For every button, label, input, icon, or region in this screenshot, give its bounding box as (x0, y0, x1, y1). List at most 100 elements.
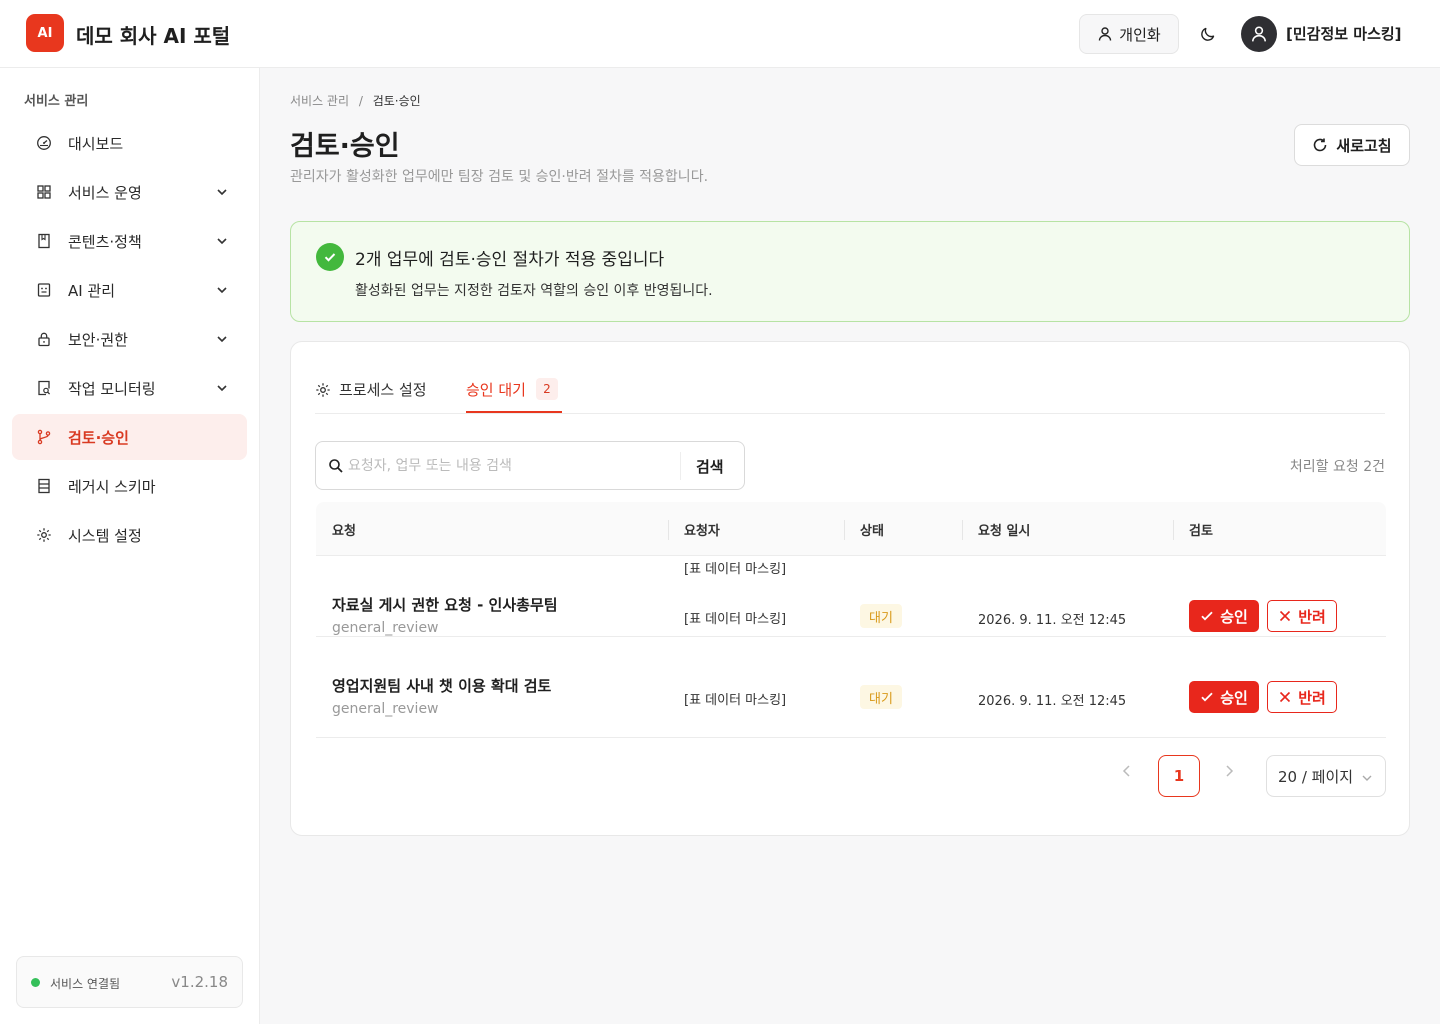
column-separator (962, 520, 963, 540)
app-header: AI 데모 회사 AI 포털 개인화 [민감정보 마스킹] (0, 0, 1440, 68)
robot-icon (36, 282, 52, 298)
tab-process-settings[interactable]: 프로세스 설정 (315, 379, 427, 400)
search-divider (680, 452, 681, 480)
sidebar-item-job-monitoring[interactable]: 작업 모니터링 (12, 365, 247, 411)
requester-extra: [표 데이터 마스킹] (684, 562, 787, 577)
chevron-down-icon[interactable] (215, 234, 229, 248)
request-date: 2026. 9. 11. 오전 12:45 (978, 613, 1127, 628)
user-outline-icon (1097, 26, 1113, 42)
column-header-date: 요청 일시 (978, 524, 1031, 539)
sidebar-item-label: 보안·권한 (68, 330, 128, 349)
search-box: 검색 (315, 441, 745, 490)
pending-count-badge: 2 (535, 378, 558, 400)
sidebar-item-dashboard[interactable]: 대시보드 (12, 120, 247, 166)
reject-button[interactable]: 반려 (1267, 600, 1337, 632)
status-badge: 대기 (860, 685, 902, 709)
requester-name: [표 데이터 마스킹] (684, 612, 787, 627)
approve-label: 승인 (1220, 688, 1248, 707)
sidebar-item-label: 검토·승인 (68, 428, 129, 447)
alert-description: 활성화된 업무는 지정한 검토자 역할의 승인 이후 반영됩니다. (355, 283, 713, 299)
sidebar-item-security[interactable]: 보안·권한 (12, 316, 247, 362)
lock-icon (36, 331, 52, 347)
request-title[interactable]: 영업지원팀 사내 챗 이용 확대 검토 (332, 675, 551, 696)
approve-button[interactable]: 승인 (1189, 600, 1259, 632)
status-dot-icon (31, 978, 40, 987)
column-header-request: 요청 (332, 524, 356, 539)
table-header: 요청 요청자 상태 요청 일시 검토 (316, 502, 1386, 556)
chevron-down-icon[interactable] (215, 381, 229, 395)
refresh-button[interactable]: 새로고침 (1294, 124, 1410, 166)
tab-pending-approval[interactable]: 승인 대기 2 (466, 378, 558, 400)
sidebar-item-content-policy[interactable]: 콘텐츠·정책 (12, 218, 247, 264)
search-icon (328, 458, 344, 474)
success-alert: 2개 업무에 검토·승인 절차가 적용 중입니다 활성화된 업무는 지정한 검토… (290, 221, 1410, 322)
refresh-label: 새로고침 (1336, 136, 1392, 155)
avatar[interactable] (1241, 16, 1277, 52)
page-button-current[interactable]: 1 (1158, 755, 1200, 797)
sidebar-section-label: 서비스 관리 (24, 94, 89, 109)
page-size-value: 20 / 페이지 (1278, 767, 1354, 786)
chevron-down-icon[interactable] (215, 185, 229, 199)
tab-divider (315, 413, 1385, 414)
user-name[interactable]: [민감정보 마스킹] (1286, 23, 1402, 44)
reject-button[interactable]: 반려 (1267, 681, 1337, 713)
search-button[interactable]: 검색 (696, 456, 724, 477)
app-title[interactable]: 데모 회사 AI 포털 (76, 20, 230, 49)
sidebar-item-review-approval[interactable]: 검토·승인 (12, 414, 247, 460)
column-header-review: 검토 (1189, 524, 1213, 539)
sidebar-item-label: 작업 모니터링 (68, 379, 156, 398)
personalize-label: 개인화 (1119, 25, 1161, 44)
sidebar-item-label: 대시보드 (68, 134, 124, 153)
page-size-select[interactable]: 20 / 페이지 (1266, 755, 1386, 797)
gear-icon (36, 527, 52, 543)
search-input[interactable] (348, 452, 678, 480)
sidebar-item-service-ops[interactable]: 서비스 운영 (12, 169, 247, 215)
request-type: general_review (332, 620, 439, 636)
pending-request-count: 처리할 요청 2건 (1289, 459, 1385, 475)
gear-icon (315, 382, 331, 398)
approval-card: 프로세스 설정 승인 대기 2 검색 처리할 요청 2건 요청 요청자 상태 요… (290, 341, 1410, 836)
sidebar-item-label: 콘텐츠·정책 (68, 232, 142, 251)
chevron-right-icon[interactable] (1221, 763, 1237, 779)
branch-icon (36, 429, 52, 445)
close-icon (1278, 609, 1292, 623)
column-header-status: 상태 (860, 524, 884, 539)
sidebar-item-label: AI 관리 (68, 281, 116, 300)
approve-button[interactable]: 승인 (1189, 681, 1259, 713)
check-icon (1200, 690, 1214, 704)
status-badge: 대기 (860, 604, 902, 628)
book-icon (36, 233, 52, 249)
close-icon (1278, 690, 1292, 704)
chevron-down-icon[interactable] (215, 283, 229, 297)
chevron-left-icon[interactable] (1119, 763, 1135, 779)
column-separator (844, 520, 845, 540)
moon-icon[interactable] (1196, 22, 1220, 46)
sidebar: 서비스 관리 대시보드 서비스 운영 콘텐츠·정책 AI 관리 보안·권한 작업… (0, 68, 260, 1024)
status-text: 서비스 연결됨 (50, 977, 121, 991)
requester-name: [표 데이터 마스킹] (684, 693, 787, 708)
breadcrumb-current: 검토·승인 (372, 94, 421, 108)
chevron-down-icon[interactable] (215, 332, 229, 346)
tab-label: 프로세스 설정 (339, 381, 427, 399)
request-type: general_review (332, 701, 439, 717)
sidebar-item-label: 서비스 운영 (68, 183, 142, 202)
request-title[interactable]: 자료실 게시 권한 요청 - 인사총무팀 (332, 594, 558, 615)
check-circle-icon (316, 243, 344, 271)
sidebar-item-system-settings[interactable]: 시스템 설정 (12, 512, 247, 558)
connection-status: 서비스 연결됨 v1.2.18 (16, 956, 243, 1008)
page-title: 검토·승인 (290, 131, 400, 162)
personalize-button[interactable]: 개인화 (1079, 14, 1179, 54)
breadcrumb-parent[interactable]: 서비스 관리 (290, 94, 349, 108)
breadcrumb-separator: / (358, 94, 363, 108)
file-search-icon (36, 380, 52, 396)
breadcrumb: 서비스 관리 / 검토·승인 (290, 92, 421, 109)
sidebar-item-ai-management[interactable]: AI 관리 (12, 267, 247, 313)
approve-label: 승인 (1220, 607, 1248, 626)
sidebar-item-legacy-schema[interactable]: 레거시 스키마 (12, 463, 247, 509)
check-icon (1200, 609, 1214, 623)
reject-label: 반려 (1298, 688, 1326, 707)
refresh-icon (1312, 137, 1328, 153)
reject-label: 반려 (1298, 607, 1326, 626)
logo-badge[interactable]: AI (26, 14, 64, 52)
grid-icon (36, 184, 52, 200)
